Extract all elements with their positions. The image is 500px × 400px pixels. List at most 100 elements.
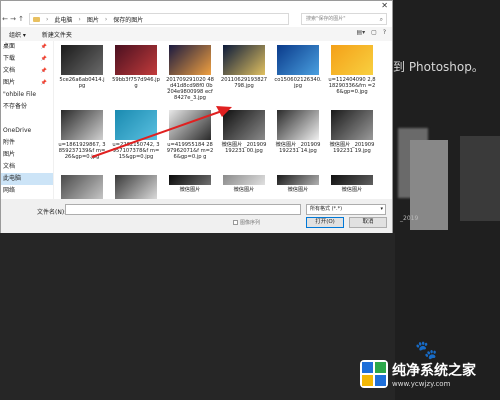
file-thumbnail: [331, 110, 373, 140]
file-name: 201709291020 48_d41d8cd98f0 0b204e980099…: [166, 77, 214, 101]
file-name: 微信图片 _201909192231 19.jpg: [329, 142, 375, 154]
thumbnail-grid: 5ce26a6ab0414.jpg 59bb3f757d946.jpg 201709…: [54, 41, 392, 199]
sidebar-item[interactable]: 文档: [1, 161, 53, 173]
sidebar-item[interactable]: 桌面 📌: [1, 41, 53, 53]
sidebar-item[interactable]: [1, 113, 53, 125]
sidebar-item[interactable]: 下载 📌: [1, 53, 53, 65]
dialog-toolbar: 组织 ▾ 新建文件夹 ▤▾ ▢ ?: [1, 27, 392, 41]
file-tile[interactable]: u=419955184 2897962071&f m=26&gp=0.jp g: [166, 108, 214, 170]
file-name: 微信图片: [287, 187, 309, 193]
sidebar-item-label: 桌面: [3, 43, 16, 50]
view-options-icon[interactable]: ▤▾: [356, 29, 365, 36]
file-thumbnail: [223, 45, 265, 75]
file-tile[interactable]: 201709291020 48_d41d8cd98f0 0b204e980099…: [166, 43, 214, 105]
sidebar-item[interactable]: 文档 📌: [1, 65, 53, 77]
file-type-select[interactable]: 所有格式 (*.*) ▾: [306, 204, 386, 215]
preview-pane-icon[interactable]: ▢: [371, 29, 377, 36]
file-tile[interactable]: u=1861929867, 3859237139&f m=26&gp=0.jpg: [58, 108, 106, 170]
pin-icon: 📌: [40, 80, 47, 86]
sidebar-item[interactable]: 附件: [1, 137, 53, 149]
file-name: 微信图片 _201909192231 14.jpg: [275, 142, 321, 154]
pin-icon: 📌: [40, 56, 47, 62]
file-tile[interactable]: 微信图片: [274, 173, 322, 193]
sidebar-item[interactable]: 网络: [1, 185, 53, 197]
file-tile[interactable]: 微信图片 _201909192231 14.jpg: [274, 108, 322, 170]
back-icon[interactable]: ←: [1, 15, 9, 23]
address-bar[interactable]: › 此电脑 › 图片 › 保存的图片: [29, 13, 289, 25]
photoshop-workspace: [0, 233, 395, 400]
filename-input[interactable]: [65, 204, 301, 215]
file-name: 微信图片 _201909192231 00.jpg: [221, 142, 267, 154]
chevron-right-icon: ›: [78, 15, 81, 23]
sidebar-item-label: 图片: [3, 79, 16, 86]
file-tile[interactable]: 微信图片 _201909192231 00.jpg: [220, 108, 268, 170]
forward-icon[interactable]: →: [9, 15, 17, 23]
breadcrumb-this-pc[interactable]: 此电脑: [54, 15, 72, 24]
file-tile[interactable]: 微信图片: [328, 173, 376, 193]
sidebar-item-label: 不存备份: [3, 103, 28, 110]
file-tile[interactable]: 20110629193827798.jpg: [220, 43, 268, 105]
search-input[interactable]: 搜索"保存的图片" ⌕: [301, 13, 387, 25]
help-icon[interactable]: ?: [383, 29, 386, 36]
file-thumbnail: [277, 175, 319, 185]
file-thumbnail: [223, 110, 265, 140]
sidebar-item[interactable]: 图片 📌: [1, 77, 53, 89]
file-tile[interactable]: 59bb3f757d946.jpg: [112, 43, 160, 105]
watermark-title: 纯净系统之家: [392, 363, 476, 379]
sidebar-item-label: 文档: [3, 163, 16, 170]
image-sequence-label: 图像序列: [240, 220, 261, 226]
file-thumbnail: [115, 175, 157, 199]
search-placeholder: 搜索"保存的图片": [306, 16, 346, 22]
file-thumbnail: [223, 175, 265, 185]
close-icon[interactable]: ✕: [381, 1, 388, 10]
file-tile[interactable]: 5ce26a6ab0414.jpg: [58, 43, 106, 105]
image-sequence-checkbox[interactable]: 图像序列: [233, 219, 260, 226]
watermark-text: 纯净系统之家 www.ycwjzy.com: [392, 360, 476, 388]
file-tile[interactable]: co150602126340.jpg: [274, 43, 322, 105]
open-button[interactable]: 打开(O): [306, 217, 344, 228]
sidebar-item-label: 网络: [3, 187, 16, 194]
breadcrumb-saved-pictures[interactable]: 保存的图片: [113, 15, 143, 24]
file-thumbnail: [331, 45, 373, 75]
navigation-pane: 桌面 📌 下载 📌 文档 📌 图片 📌 "ohbile File 不存备份 OneDrive 附件 图片…: [1, 41, 53, 199]
file-name: 5ce26a6ab0414.jpg: [59, 77, 105, 89]
chevron-down-icon: ▾: [380, 206, 383, 212]
file-name: 微信图片: [233, 187, 255, 193]
new-folder-button[interactable]: 新建文件夹: [34, 30, 80, 39]
file-thumbnail: [277, 110, 319, 140]
watermark: 纯净系统之家 www.ycwjzy.com: [360, 360, 476, 388]
cancel-button[interactable]: 取消: [349, 217, 387, 228]
search-icon: ⌕: [379, 16, 383, 23]
dialog-footer: 文件名(N): 所有格式 (*.*) ▾ 图像序列 打开(O) 取消: [1, 199, 392, 233]
file-tile[interactable]: 微信图片 _201909192231 22.jpg: [58, 173, 106, 199]
file-tile[interactable]: 微信图片: [166, 173, 214, 193]
file-type-value: 所有格式 (*.*): [310, 206, 343, 212]
blurred-image: [460, 136, 500, 221]
file-tile[interactable]: u=112404090 2,818290336&fm =26&gp=0.jpg: [328, 43, 376, 105]
breadcrumb-pictures[interactable]: 图片: [87, 15, 99, 24]
organize-button[interactable]: 组织 ▾: [1, 30, 34, 39]
sidebar-item[interactable]: "ohbile File: [1, 89, 53, 101]
screen: 到 Photoshop。 _2019 🐾 ✕ ← → ↑ › 此电脑 › 图片 …: [0, 0, 500, 400]
filename-label: 文件名(N):: [37, 209, 67, 216]
pin-icon: 📌: [40, 44, 47, 50]
sidebar-item-label: 文档: [3, 67, 16, 74]
file-tile[interactable]: 微信图片 _201909192231 19.jpg: [328, 108, 376, 170]
sidebar-item[interactable]: 图片: [1, 149, 53, 161]
chevron-right-icon: ›: [46, 15, 49, 23]
file-tile[interactable]: 微信图片 _201909192231 28.jpg: [112, 173, 160, 199]
file-thumbnail: [331, 175, 373, 185]
pin-icon: 📌: [40, 68, 47, 74]
checkbox-box[interactable]: [233, 220, 238, 225]
sidebar-item-label: "ohbile File: [3, 91, 37, 98]
file-name: 59bb3f757d946.jpg: [112, 77, 160, 89]
sidebar-item[interactable]: 不存备份: [1, 101, 53, 113]
paw-icon: 🐾: [415, 340, 438, 361]
file-tile[interactable]: u=2262150742, 3957107378&f m=15&gp=0.jpg: [112, 108, 160, 170]
background-caption: _2019: [400, 215, 419, 222]
file-tile[interactable]: 微信图片: [220, 173, 268, 193]
sidebar-item[interactable]: 此电脑: [1, 173, 53, 185]
sidebar-item[interactable]: OneDrive: [1, 125, 53, 137]
up-icon[interactable]: ↑: [17, 15, 25, 23]
file-thumbnail: [169, 175, 211, 185]
